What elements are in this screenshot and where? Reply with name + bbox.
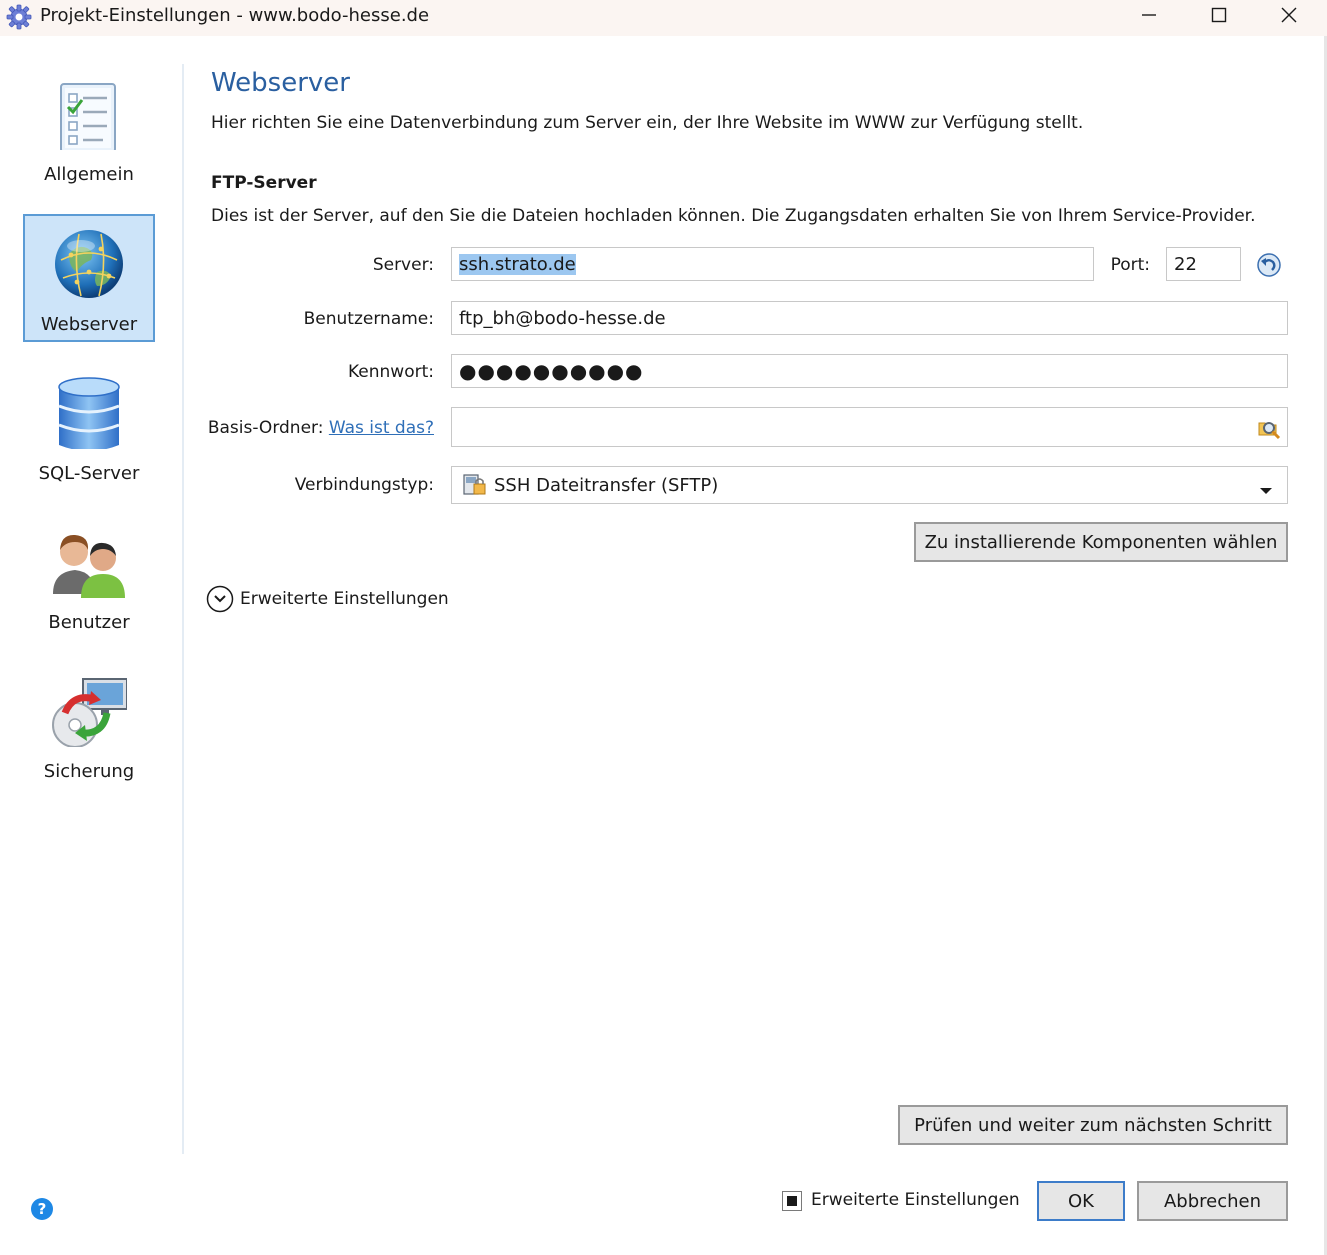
help-icon[interactable]: ? <box>30 1197 54 1221</box>
sidebar-item-allgemein[interactable]: Allgemein <box>23 66 155 194</box>
svg-text:?: ? <box>38 1200 47 1218</box>
close-button[interactable] <box>1254 0 1324 34</box>
sidebar-item-label: Benutzer <box>48 612 130 633</box>
maximize-icon <box>1211 7 1227 27</box>
section-description: Dies ist der Server, auf den Sie die Dat… <box>211 206 1256 226</box>
verbindungstyp-label: Verbindungstyp: <box>294 475 434 495</box>
erweitert-checkbox-label[interactable]: Erweiterte Einstellungen <box>811 1190 1020 1210</box>
erweitert-toggle-label[interactable]: Erweiterte Einstellungen <box>240 589 449 609</box>
gear-icon <box>6 4 32 30</box>
pruefen-button[interactable]: Prüfen und weiter zum nächsten Schritt <box>898 1105 1288 1145</box>
kennwort-input[interactable]: ●●●●●●●●●● <box>451 354 1288 388</box>
folder-search-icon <box>1256 422 1282 445</box>
users-icon <box>51 522 127 598</box>
sidebar-item-sql-server[interactable]: SQL-Server <box>23 365 155 493</box>
server-input[interactable]: ssh.strato.de <box>451 247 1094 281</box>
basis-ordner-label: Basis-Ordner: <box>207 418 324 438</box>
sidebar-item-benutzer[interactable]: Benutzer <box>23 514 155 642</box>
globe-icon <box>51 224 127 300</box>
chevron-circle-down-icon <box>206 585 234 617</box>
benutzername-value: ftp_bh@bodo-hesse.de <box>459 307 666 329</box>
close-icon <box>1281 7 1297 27</box>
server-value: ssh.strato.de <box>459 253 576 275</box>
minimize-icon <box>1141 7 1157 27</box>
verbindungstyp-select[interactable]: SSH Dateitransfer (SFTP) <box>451 466 1288 504</box>
sidebar-item-sicherung[interactable]: Sicherung <box>23 663 155 791</box>
benutzername-input[interactable]: ftp_bh@bodo-hesse.de <box>451 301 1288 335</box>
sidebar-item-label: Allgemein <box>44 164 134 185</box>
basis-ordner-label-row: Basis-Ordner: Was ist das? <box>200 418 434 438</box>
checklist-icon <box>51 74 127 153</box>
sidebar-item-webserver[interactable]: Webserver <box>23 214 155 342</box>
ssh-lock-icon <box>462 473 490 497</box>
ok-button[interactable]: OK <box>1037 1181 1125 1221</box>
backup-icon <box>51 671 128 748</box>
maximize-button[interactable] <box>1184 0 1254 34</box>
sidebar-item-label: Sicherung <box>43 761 135 782</box>
browse-folder-button[interactable] <box>1256 415 1282 441</box>
benutzername-label: Benutzername: <box>303 309 434 329</box>
sidebar-divider <box>182 64 184 1154</box>
kennwort-value: ●●●●●●●●●● <box>459 359 644 383</box>
undo-icon <box>1256 253 1282 282</box>
verbindungstyp-value: SSH Dateitransfer (SFTP) <box>494 474 719 496</box>
window-title: Projekt-Einstellungen - www.bodo-hesse.d… <box>40 5 430 26</box>
chevron-down-icon <box>1259 480 1273 501</box>
cancel-button[interactable]: Abbrechen <box>1137 1181 1288 1221</box>
port-input[interactable]: 22 <box>1166 247 1241 281</box>
komponenten-button[interactable]: Zu installierende Komponenten wählen <box>914 522 1288 562</box>
database-icon <box>51 373 127 451</box>
erweitert-checkbox[interactable] <box>782 1191 802 1211</box>
section-title: FTP-Server <box>211 173 317 193</box>
kennwort-label: Kennwort: <box>348 362 434 382</box>
page-subtitle: Hier richten Sie eine Datenverbindung zu… <box>211 113 1084 133</box>
sidebar-item-label: Webserver <box>40 314 138 335</box>
expand-toggle[interactable] <box>206 585 234 613</box>
was-ist-das-link[interactable]: Was ist das? <box>329 418 434 438</box>
server-label: Server: <box>372 255 434 275</box>
page-title: Webserver <box>211 68 350 98</box>
basis-ordner-input[interactable] <box>451 407 1288 447</box>
port-value: 22 <box>1174 253 1197 275</box>
sidebar-item-label: SQL-Server <box>38 463 140 484</box>
reset-port-button[interactable] <box>1256 252 1282 278</box>
checkbox-indeterminate-mark <box>787 1196 797 1206</box>
port-label: Port: <box>1110 255 1150 275</box>
minimize-button[interactable] <box>1114 0 1184 34</box>
